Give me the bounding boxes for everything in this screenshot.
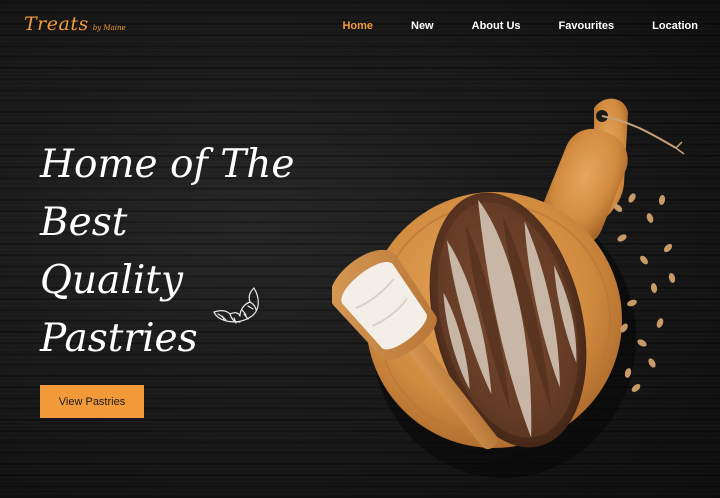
hero-title-line-2: Best xyxy=(40,200,128,245)
nav-item-home[interactable]: Home xyxy=(342,20,373,32)
brand-tagline: by Maine xyxy=(92,24,126,32)
nav-item-new[interactable]: New xyxy=(411,20,434,32)
brand-logo[interactable]: Treats by Maine xyxy=(24,13,126,35)
hero-title-line-1: Home of The xyxy=(40,142,295,187)
view-pastries-button[interactable]: View Pastries xyxy=(40,385,144,418)
bread-on-cutting-board-image xyxy=(332,98,685,478)
croissant-sketch-icon xyxy=(213,287,259,324)
nav-item-location[interactable]: Location xyxy=(652,20,698,32)
nav-item-favourites[interactable]: Favourites xyxy=(559,20,615,32)
hero-title: Home of The Best Quality Pastries xyxy=(40,136,300,368)
brand-name: Treats xyxy=(24,13,89,35)
nav-item-about-us[interactable]: About Us xyxy=(472,20,521,32)
main-nav: Home New About Us Favourites Location xyxy=(342,20,698,32)
